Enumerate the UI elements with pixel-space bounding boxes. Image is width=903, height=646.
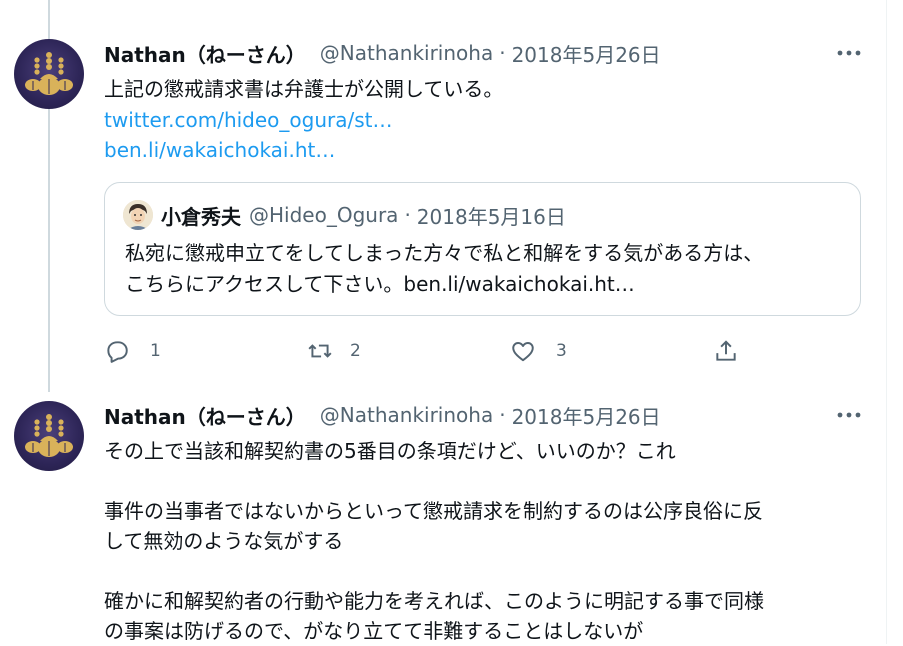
quoted-avatar xyxy=(123,200,153,230)
tweet-2[interactable]: Nathan（ねーさん） @Nathankirinoha · 2018年5月26… xyxy=(0,392,886,644)
retweet-count: 2 xyxy=(350,341,361,361)
timeline-border xyxy=(886,0,887,644)
display-name[interactable]: Nathan（ねーさん） xyxy=(104,39,306,68)
separator-dot: · xyxy=(499,41,506,65)
reply-count: 1 xyxy=(150,341,161,361)
like-button[interactable]: 3 xyxy=(510,334,567,368)
avatar[interactable] xyxy=(14,401,84,471)
user-handle[interactable]: @Nathankirinoha xyxy=(320,403,493,427)
tweet-header: Nathan（ねーさん） @Nathankirinoha · 2018年5月26… xyxy=(104,38,661,68)
tweet-text-line-4: 確かに和解契約者の行動や能力を考えれば、このように明記する事で同様 xyxy=(104,589,764,613)
more-horizontal-icon xyxy=(837,412,861,418)
more-horizontal-icon xyxy=(837,50,861,56)
like-count: 3 xyxy=(556,341,567,361)
quoted-tweet[interactable]: 小倉秀夫 @Hideo_Ogura · 2018年5月16日 私宛に懲戒申立てを… xyxy=(104,182,861,316)
heart-icon xyxy=(512,342,534,362)
more-options-button[interactable] xyxy=(834,38,864,68)
more-options-button[interactable] xyxy=(834,400,864,430)
portrait-icon xyxy=(123,200,153,230)
separator-dot: · xyxy=(404,203,411,227)
quoted-text-line-2: こちらにアクセスして下さい。ben.li/wakaichokai.ht… xyxy=(125,272,635,296)
tweet-header: Nathan（ねーさん） @Nathankirinoha · 2018年5月26… xyxy=(104,400,661,430)
reply-button[interactable]: 1 xyxy=(104,334,161,368)
quoted-header: 小倉秀夫 @Hideo_Ogura · 2018年5月16日 xyxy=(161,200,566,230)
share-upload-icon xyxy=(716,340,736,361)
reply-bubble-icon xyxy=(107,341,128,363)
tweet-text-line-5: の事案は防げるので、がなり立てて非難することはしないが xyxy=(104,619,644,643)
display-name[interactable]: Nathan（ねーさん） xyxy=(104,401,306,430)
quoted-text-line-1: 私宛に懲戒申立てをしてしまった方々で私と和解をする気がある方は、 xyxy=(125,241,764,265)
retweet-button[interactable]: 2 xyxy=(306,334,361,368)
paulownia-crest-icon xyxy=(25,52,73,95)
quoted-date: 2018年5月16日 xyxy=(416,204,566,229)
tweet-text: 上記の懲戒請求書は弁護士が公開している。 xyxy=(104,77,504,101)
tweet-link-benli[interactable]: ben.li/wakaichokai.ht… xyxy=(104,135,335,165)
tweet-date[interactable]: 2018年5月26日 xyxy=(512,39,661,68)
tweet-1[interactable]: Nathan（ねーさん） @Nathankirinoha · 2018年5月26… xyxy=(0,0,886,392)
quoted-handle: @Hideo_Ogura xyxy=(249,203,399,227)
paulownia-crest-icon xyxy=(25,414,73,457)
tweet-text-line-1: その上で当該和解契約書の5番目の条項だけど、いいのか？これ xyxy=(104,439,676,463)
tweet-text-line-3: して無効のような気がする xyxy=(104,529,344,553)
user-handle[interactable]: @Nathankirinoha xyxy=(320,41,493,65)
tweet-link-twitter[interactable]: twitter.com/hideo_ogura/st… xyxy=(104,105,393,135)
tweet-text-line-2: 事件の当事者ではないからといって懲戒請求を制約するのは公序良俗に反 xyxy=(104,499,763,523)
avatar[interactable] xyxy=(14,39,84,109)
share-button[interactable] xyxy=(713,334,739,368)
separator-dot: · xyxy=(499,403,506,427)
retweet-arrows-icon xyxy=(308,344,332,358)
quoted-display-name: 小倉秀夫 xyxy=(161,204,241,229)
tweet-actions: 1 2 3 xyxy=(104,334,744,368)
tweet-date[interactable]: 2018年5月26日 xyxy=(512,401,661,430)
